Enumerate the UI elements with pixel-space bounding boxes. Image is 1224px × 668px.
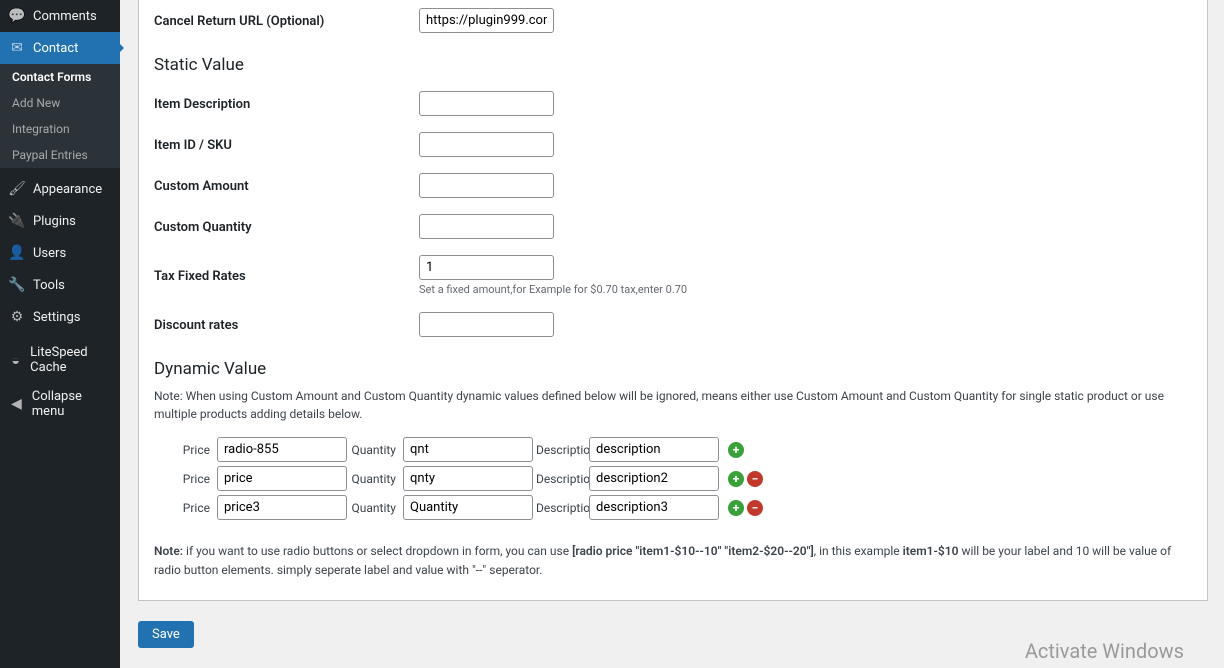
row-item-id: Item ID / SKU (154, 124, 1192, 165)
sidebar-item-users[interactable]: 👤 Users (0, 237, 120, 269)
input-custom-amount[interactable] (419, 173, 554, 198)
sidebar-item-label: Users (33, 246, 66, 261)
remove-row-icon[interactable]: − (747, 500, 763, 516)
input-item-id[interactable] (419, 132, 554, 157)
helper-tax: Set a fixed amount,for Example for $0.70… (419, 283, 687, 296)
desc-label-3: Description (536, 501, 586, 515)
qty-label-3: Quantity (350, 501, 400, 515)
note2-code: [radio price "item1-$10--10" "item2-$20-… (572, 544, 814, 558)
save-button[interactable]: Save (138, 621, 194, 648)
sidebar-item-label: Contact (33, 41, 78, 56)
sidebar-sub-integration[interactable]: Integration (0, 116, 120, 142)
sidebar-item-label: LiteSpeed Cache (30, 345, 112, 375)
row-item-description: Item Description (154, 83, 1192, 124)
sidebar-item-label: Tools (33, 278, 65, 293)
note2-t1: if you want to use radio buttons or sele… (183, 544, 572, 558)
input-discount[interactable] (419, 312, 554, 337)
settings-icon: ⚙ (8, 308, 26, 326)
sidebar-item-litespeed[interactable]: ◒ LiteSpeed Cache (0, 338, 120, 382)
row-discount: Discount rates (154, 304, 1192, 345)
note2-bold2: item1-$10 (903, 544, 959, 558)
input-qty-2[interactable] (403, 466, 533, 491)
label-custom-amount: Custom Amount (154, 173, 419, 194)
input-desc-3[interactable] (589, 495, 719, 520)
sidebar-item-collapse[interactable]: ◀ Collapse menu (0, 382, 120, 426)
settings-card: Cancel Return URL (Optional) Static Valu… (138, 0, 1208, 601)
label-tax: Tax Fixed Rates (154, 255, 419, 284)
input-desc-2[interactable] (589, 466, 719, 491)
add-row-icon[interactable]: + (728, 500, 744, 516)
remove-row-icon[interactable]: − (747, 471, 763, 487)
dynamic-row-2: Price Quantity Description + − (164, 466, 1192, 491)
input-qty-3[interactable] (403, 495, 533, 520)
dynamic-note2: Note: if you want to use radio buttons o… (154, 542, 1192, 580)
row-cancel-url: Cancel Return URL (Optional) (154, 0, 1192, 41)
sidebar-sub-paypal-entries[interactable]: Paypal Entries (0, 142, 120, 168)
heading-dynamic-value: Dynamic Value (154, 359, 1192, 379)
dynamic-note: Note: When using Custom Amount and Custo… (154, 387, 1192, 423)
input-tax[interactable] (419, 255, 554, 280)
sidebar-item-label: Plugins (33, 214, 76, 229)
user-icon: 👤 (8, 244, 26, 262)
sidebar-submenu: Contact Forms Add New Integration Paypal… (0, 64, 120, 168)
qty-label-1: Quantity (350, 443, 400, 457)
sidebar-item-label: Comments (33, 9, 97, 24)
sidebar-sub-contact-forms[interactable]: Contact Forms (0, 64, 120, 90)
plug-icon: 🔌 (8, 212, 26, 230)
label-cancel-url: Cancel Return URL (Optional) (154, 8, 419, 29)
label-item-id: Item ID / SKU (154, 132, 419, 153)
label-item-description: Item Description (154, 91, 419, 112)
main-content: Cancel Return URL (Optional) Static Valu… (120, 0, 1224, 668)
sidebar-item-comments[interactable]: 💬 Comments (0, 0, 120, 32)
litespeed-icon: ◒ (8, 351, 23, 369)
sidebar-item-label: Collapse menu (32, 389, 112, 419)
row-custom-quantity: Custom Quantity (154, 206, 1192, 247)
input-cancel-url[interactable] (419, 8, 554, 33)
collapse-icon: ◀ (8, 395, 25, 413)
sidebar-item-plugins[interactable]: 🔌 Plugins (0, 205, 120, 237)
sidebar-item-tools[interactable]: 🔧 Tools (0, 269, 120, 301)
note2-t2: , in this example (814, 544, 903, 558)
note2-bold: Note: (154, 544, 183, 558)
row-custom-amount: Custom Amount (154, 165, 1192, 206)
input-item-description[interactable] (419, 91, 554, 116)
add-row-icon[interactable]: + (728, 442, 744, 458)
input-price-3[interactable] (217, 495, 347, 520)
price-label-3: Price (164, 501, 214, 515)
wrench-icon: 🔧 (8, 276, 26, 294)
input-price-2[interactable] (217, 466, 347, 491)
dynamic-row-1: Price Quantity Description + (164, 437, 1192, 462)
price-label-2: Price (164, 472, 214, 486)
row-tax: Tax Fixed Rates Set a fixed amount,for E… (154, 247, 1192, 304)
input-qty-1[interactable] (403, 437, 533, 462)
comment-icon: 💬 (8, 7, 26, 25)
price-label-1: Price (164, 443, 214, 457)
mail-icon: ✉ (8, 39, 26, 57)
sidebar-item-appearance[interactable]: 🖌 Appearance (0, 173, 120, 205)
sidebar-item-contact[interactable]: ✉ Contact (0, 32, 120, 64)
dynamic-row-3: Price Quantity Description + − (164, 495, 1192, 520)
sidebar-item-settings[interactable]: ⚙ Settings (0, 301, 120, 333)
input-custom-quantity[interactable] (419, 214, 554, 239)
desc-label-1: Description (536, 443, 586, 457)
desc-label-2: Description (536, 472, 586, 486)
sidebar-sub-add-new[interactable]: Add New (0, 90, 120, 116)
input-price-1[interactable] (217, 437, 347, 462)
label-custom-quantity: Custom Quantity (154, 214, 419, 235)
qty-label-2: Quantity (350, 472, 400, 486)
heading-static-value: Static Value (154, 55, 1192, 75)
brush-icon: 🖌 (8, 180, 26, 198)
label-discount: Discount rates (154, 312, 419, 333)
input-desc-1[interactable] (589, 437, 719, 462)
sidebar-item-label: Appearance (33, 182, 102, 197)
sidebar-item-label: Settings (33, 310, 80, 325)
add-row-icon[interactable]: + (728, 471, 744, 487)
admin-sidebar: 💬 Comments ✉ Contact Contact Forms Add N… (0, 0, 120, 668)
